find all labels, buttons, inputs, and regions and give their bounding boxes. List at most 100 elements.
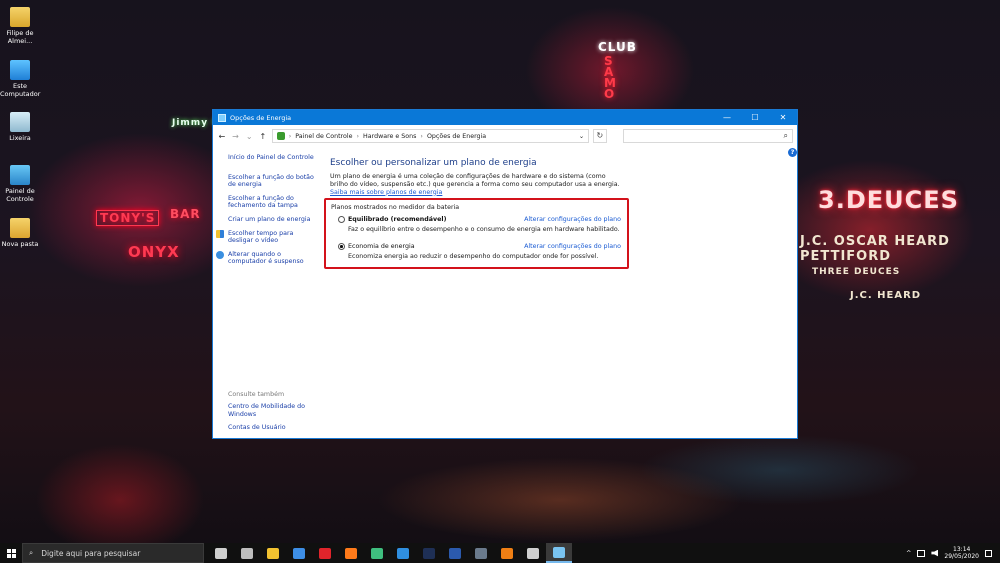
refresh-button[interactable]: ↻ [593,129,607,143]
see-also-section: Consulte também Centro de Mobilidade do … [228,391,328,438]
notifications-icon[interactable] [985,549,992,557]
neon-sign-samo: SAMO [604,54,617,101]
taskbar-app-task-view[interactable] [208,543,234,563]
see-also-header: Consulte também [228,391,285,398]
folder-icon [10,218,30,238]
mail-icon [293,547,305,559]
control-panel-icon [276,132,285,140]
learn-more-link[interactable]: Saiba mais sobre planos de energia [330,189,442,196]
search-input[interactable]: ⌕ [622,129,794,143]
recent-locations-button[interactable]: ⌄ [244,132,254,141]
steam-icon [475,547,487,559]
clock-time: 13:14 [953,545,971,553]
taskbar-app-word[interactable] [442,543,468,563]
taskbar-search-box[interactable]: ⌕ Digite aqui para pesquisar [22,543,204,563]
plan-power-saver-radio[interactable] [338,243,345,250]
maximize-button[interactable]: ☐ [741,110,769,125]
plan-balanced-name[interactable]: Equilibrado (recomendável) [348,216,524,223]
desktop-icon-label: Este Computador [0,82,41,98]
breadcrumb-separator[interactable]: › [420,133,423,140]
plan-power-saver-name[interactable]: Economia de energia [348,243,524,250]
sidebar-item-control-panel-home[interactable]: Início do Painel de Controle [228,154,320,162]
up-button[interactable]: ↑ [258,132,268,141]
breadcrumb-power-options[interactable]: Opções de Energia [427,133,486,140]
see-also-user-accounts[interactable]: Contas de Usuário [228,424,328,432]
see-also-mobility-center[interactable]: Centro de Mobilidade do Windows [228,403,328,418]
power-options-icon [218,113,226,122]
taskbar-app-app-green[interactable] [364,543,390,563]
plan-balanced-radio[interactable] [338,216,345,223]
power-options-icon [553,546,565,558]
system-tray: ^ 13:14 29/05/2020 [906,546,1000,561]
window-title: Opções de Energia [230,113,292,122]
neon-sign-tonys: TONY'S [96,210,160,226]
desktop-icon-user-folder[interactable]: Filipe de Almei... [0,7,40,45]
sidebar-item-power-button[interactable]: Escolher a função do botão de energia [228,174,320,189]
sidebar-item-label: Alterar quando o computador é suspenso [228,250,304,266]
network-icon[interactable] [917,549,926,557]
close-button[interactable]: ✕ [769,110,797,125]
start-button[interactable] [0,543,22,563]
breadcrumb-control-panel[interactable]: Painel de Controle [295,133,352,140]
desktop-icon-recycle-bin[interactable]: Lixeira [0,112,40,143]
desktop-icon-label: Lixeira [9,134,31,142]
address-dropdown-icon[interactable]: ⌄ [579,133,584,140]
taskbar-apps [208,543,572,563]
taskbar-app-opera[interactable] [312,543,338,563]
forward-button[interactable]: → [231,132,241,141]
user-folder-icon [10,7,30,27]
recycle-bin-icon [10,112,30,132]
vscode-icon [397,547,409,559]
clock[interactable]: 13:14 29/05/2020 [944,546,979,561]
app-green-icon [371,547,383,559]
desktop-icon-label: Filipe de Almei... [6,29,34,45]
window-titlebar[interactable]: Opções de Energia — ☐ ✕ [213,110,797,125]
help-icon[interactable]: ? [788,148,797,157]
desktop-icon-control-panel[interactable]: Painel de Controle [0,165,40,203]
sidebar-item-lid-close[interactable]: Escolher a função do fechamento da tampa [228,195,320,210]
settings-gear-icon [241,547,253,559]
taskbar-app-mail[interactable] [286,543,312,563]
neon-sign-bar: BAR [170,207,201,221]
vlc-icon [501,547,513,559]
desktop-icon-label: Painel de Controle [5,187,35,203]
taskbar-app-vlc[interactable] [494,543,520,563]
taskbar: ⌕ Digite aqui para pesquisar ^ 13:14 29/… [0,543,1000,563]
taskbar-app-settings[interactable] [520,543,546,563]
breadcrumb-separator[interactable]: › [356,133,359,140]
desktop-icon-label: Nova pasta [1,240,39,248]
sidebar-item-display-off[interactable]: Escolher tempo para desligar o vídeo [216,229,320,245]
computer-icon [10,60,30,80]
taskbar-app-vscode[interactable] [390,543,416,563]
search-icon: ⌕ [29,548,34,557]
desktop-icon-new-folder[interactable]: Nova pasta [0,218,40,249]
minimize-button[interactable]: — [713,110,741,125]
description-text: Um plano de energia é uma coleção de con… [330,173,620,188]
sidebar-item-create-plan[interactable]: Criar um plano de energia [228,216,320,224]
desktop-icon-this-pc[interactable]: Este Computador [0,60,40,98]
sidebar-item-label: Escolher tempo para desligar o vídeo [228,229,294,245]
main-content: Escolher ou personalizar um plano de ene… [330,158,620,196]
shield-icon [216,229,224,238]
taskbar-app-file-explorer[interactable] [260,543,286,563]
neon-sign-three-deuces: THREE DEUCES [812,267,901,277]
firefox-icon [345,547,357,559]
breadcrumb-hardware-sound[interactable]: Hardware e Sons [363,133,416,140]
tray-chevron-icon[interactable]: ^ [906,549,911,557]
plan-power-saver: Economia de energia Alterar configuraçõe… [338,243,621,260]
address-bar[interactable]: › Painel de Controle › Hardware e Sons ›… [271,129,590,143]
breadcrumb-separator[interactable]: › [289,133,292,140]
taskbar-app-power-options[interactable] [546,543,572,563]
plan-power-saver-settings-link[interactable]: Alterar configurações do plano [524,243,621,250]
taskbar-app-steam[interactable] [468,543,494,563]
sidebar-item-sleep[interactable]: Alterar quando o computador é suspenso [216,250,320,266]
taskbar-app-firefox[interactable] [338,543,364,563]
taskbar-app-photoshop[interactable] [416,543,442,563]
sidebar: Início do Painel de Controle Escolher a … [216,154,320,272]
taskbar-app-settings-gear[interactable] [234,543,260,563]
plan-balanced-settings-link[interactable]: Alterar configurações do plano [524,216,621,223]
back-button[interactable]: ← [217,132,227,141]
search-icon: ⌕ [783,131,789,140]
settings-icon [527,547,539,559]
volume-icon[interactable] [931,549,939,557]
